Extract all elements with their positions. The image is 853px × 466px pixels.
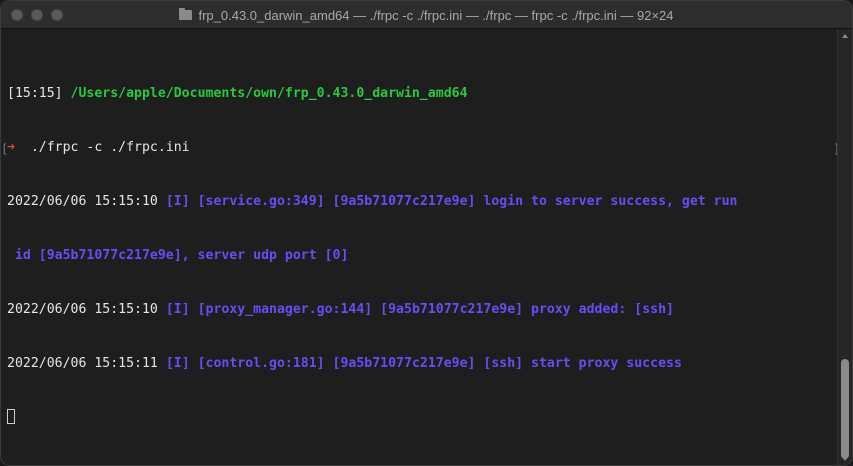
terminal-window: frp_0.43.0_darwin_amd64 — ./frpc -c ./fr… [0, 0, 853, 466]
scrollbar-thumb[interactable] [841, 359, 849, 459]
log-message: [I] [control.go:181] [9a5b71077c217e9e] … [165, 356, 682, 371]
prompt-time: [15:15] [7, 86, 63, 101]
log-timestamp: 2022/06/06 15:15:10 [7, 302, 158, 317]
scroll-up-icon[interactable] [842, 34, 848, 38]
command-text: ./frpc -c ./frpc.ini [30, 140, 190, 155]
scroll-down-icon[interactable] [842, 457, 848, 461]
log-timestamp: 2022/06/06 15:15:11 [7, 356, 158, 371]
window-title: frp_0.43.0_darwin_amd64 — ./frpc -c ./fr… [198, 7, 674, 23]
zoom-button[interactable] [51, 9, 63, 21]
log-line-continuation: id [9a5b71077c217e9e], server udp port [… [7, 247, 839, 265]
mark-bracket-left: [ [1, 142, 9, 156]
text-cursor [7, 409, 15, 424]
close-button[interactable] [11, 9, 23, 21]
prompt-path: /Users/apple/Documents/own/frp_0.43.0_da… [70, 86, 468, 101]
prompt-line: [15:15] /Users/apple/Documents/own/frp_0… [7, 85, 839, 103]
log-line: 2022/06/06 15:15:10 [I] [proxy_manager.g… [7, 301, 839, 319]
log-line: 2022/06/06 15:15:10 [I] [service.go:349]… [7, 193, 839, 211]
title-bar[interactable]: frp_0.43.0_darwin_amd64 — ./frpc -c ./fr… [1, 1, 852, 29]
minimize-button[interactable] [31, 9, 43, 21]
terminal-output[interactable]: [15:15] /Users/apple/Documents/own/frp_0… [1, 29, 839, 465]
log-message: [I] [proxy_manager.go:144] [9a5b71077c21… [165, 302, 674, 317]
folder-icon [179, 8, 193, 20]
log-line: 2022/06/06 15:15:11 [I] [control.go:181]… [7, 355, 839, 373]
log-timestamp: 2022/06/06 15:15:10 [7, 194, 158, 209]
vertical-scrollbar[interactable] [837, 29, 852, 465]
cursor-line [7, 409, 839, 427]
command-line: [➜ ./frpc -c ./frpc.ini] [1, 139, 839, 157]
log-message-continuation: id [9a5b71077c217e9e], server udp port [… [7, 248, 349, 263]
log-message: [I] [service.go:349] [9a5b71077c217e9e] … [165, 194, 738, 209]
